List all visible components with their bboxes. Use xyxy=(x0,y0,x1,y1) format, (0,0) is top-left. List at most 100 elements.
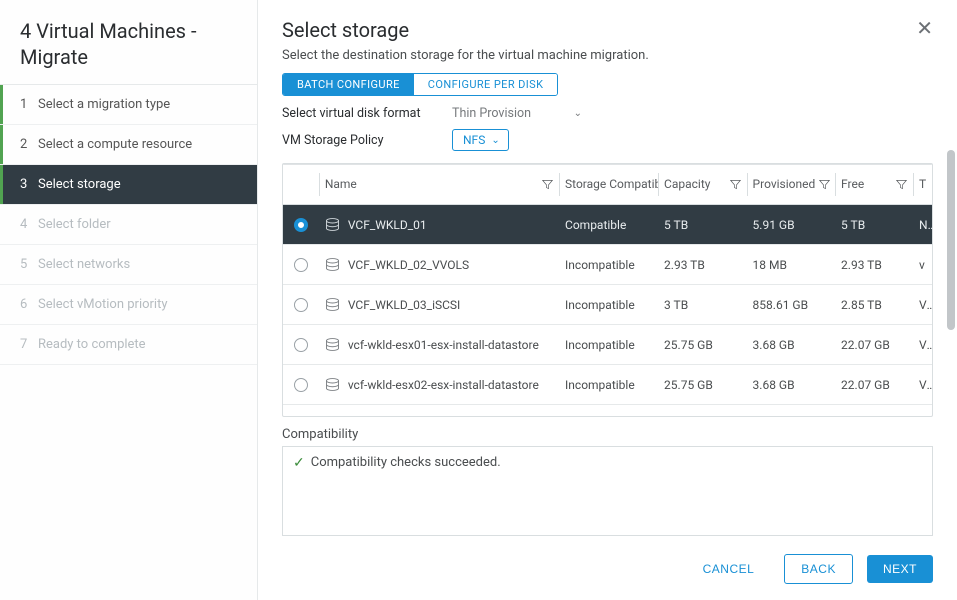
filter-icon[interactable] xyxy=(730,179,741,190)
disk-format-select[interactable]: Thin Provision ⌄ xyxy=(452,106,582,121)
row-free: 5 TB xyxy=(835,205,913,245)
datastore-icon xyxy=(325,258,340,271)
row-compat: Incompatible xyxy=(559,285,658,325)
step-4: 4Select folder xyxy=(0,205,257,245)
row-name: vcf-wkld-esx01-esx-install-datastore xyxy=(348,338,539,352)
step-3[interactable]: 3Select storage xyxy=(0,165,257,205)
row-capacity: 3 TB xyxy=(658,285,747,325)
table-row[interactable]: VCF_WKLD_02_VVOLS Incompatible 2.93 TB18 M… xyxy=(283,245,932,285)
storage-policy-select[interactable]: NFS ⌄ xyxy=(452,129,509,151)
row-name: vcf-wkld-esx02-esx-install-datastore xyxy=(348,378,539,392)
row-name: VCF_WKLD_02_VVOLS xyxy=(348,258,469,272)
page-subtitle: Select the destination storage for the v… xyxy=(282,48,649,63)
storage-policy-label: VM Storage Policy xyxy=(282,133,452,148)
disk-format-value: Thin Provision xyxy=(452,106,531,121)
filter-icon[interactable] xyxy=(542,179,553,190)
filter-icon[interactable] xyxy=(819,179,830,190)
chevron-down-icon: ⌄ xyxy=(491,135,499,146)
step-number: 6 xyxy=(20,297,38,312)
step-label: Select vMotion priority xyxy=(38,297,168,312)
back-button[interactable]: BACK xyxy=(784,554,853,584)
row-provisioned: 858.61 GB xyxy=(747,285,836,325)
row-compat: Incompatible xyxy=(559,245,658,285)
table-row[interactable]: vcf-wkld-esx01-esx-install-datastore Inco… xyxy=(283,325,932,365)
row-t: V xyxy=(913,365,932,405)
row-compat: Compatible xyxy=(559,205,658,245)
filter-icon[interactable] xyxy=(896,179,907,190)
datastore-icon xyxy=(325,218,340,231)
step-number: 4 xyxy=(20,217,38,232)
step-7: 7Ready to complete xyxy=(0,325,257,365)
tab-configure-per-disk[interactable]: CONFIGURE PER DISK xyxy=(414,74,558,95)
row-radio[interactable] xyxy=(294,338,308,352)
row-t: v xyxy=(913,245,932,285)
row-free: 22.07 GB xyxy=(835,405,913,418)
row-capacity: 25.75 GB xyxy=(658,405,747,418)
step-label: Select networks xyxy=(38,257,130,272)
row-capacity: 25.75 GB xyxy=(658,325,747,365)
step-label: Select a migration type xyxy=(38,97,170,112)
col-free[interactable]: Free xyxy=(835,165,913,205)
row-t: V xyxy=(913,325,932,365)
datastore-icon xyxy=(325,378,340,391)
row-provisioned: 3.68 GB xyxy=(747,325,836,365)
row-t: V xyxy=(913,405,932,418)
storage-policy-value: NFS xyxy=(463,133,485,147)
checkmark-icon: ✓ xyxy=(293,455,305,472)
step-1[interactable]: 1Select a migration type xyxy=(0,85,257,125)
compatibility-panel: ✓ Compatibility checks succeeded. xyxy=(282,446,933,536)
step-label: Select storage xyxy=(38,177,121,192)
row-free: 2.93 TB xyxy=(835,245,913,285)
row-radio[interactable] xyxy=(294,298,308,312)
step-6: 6Select vMotion priority xyxy=(0,285,257,325)
row-radio[interactable] xyxy=(294,258,308,272)
step-number: 3 xyxy=(20,177,38,192)
col-name[interactable]: Name xyxy=(319,165,559,205)
datastore-icon xyxy=(325,298,340,311)
table-row[interactable]: vcf-wkld-esx02-esx-install-datastore Inco… xyxy=(283,365,932,405)
storage-table: Name Storage Compatibility Capacity Prov… xyxy=(283,164,932,417)
table-row[interactable]: vcf-wkld-esx03-esx-install-datastoreInco… xyxy=(283,405,932,418)
col-compat[interactable]: Storage Compatibility xyxy=(559,165,658,205)
row-compat: Incompatible xyxy=(559,325,658,365)
table-row[interactable]: VCF_WKLD_03_iSCSI Incompatible3 TB858.61 … xyxy=(283,285,932,325)
row-provisioned: 3.68 GB xyxy=(747,365,836,405)
row-radio[interactable] xyxy=(294,378,308,392)
row-t: V xyxy=(913,285,932,325)
row-free: 22.07 GB xyxy=(835,365,913,405)
step-2[interactable]: 2Select a compute resource xyxy=(0,125,257,165)
step-label: Ready to complete xyxy=(38,337,146,352)
row-provisioned: 5.91 GB xyxy=(747,205,836,245)
next-button[interactable]: NEXT xyxy=(867,555,933,583)
row-radio[interactable] xyxy=(294,218,308,232)
compatibility-message: Compatibility checks succeeded. xyxy=(311,455,501,470)
cancel-button[interactable]: CANCEL xyxy=(687,555,771,583)
step-label: Select folder xyxy=(38,217,111,232)
row-name: VCF_WKLD_03_iSCSI xyxy=(348,298,461,312)
wizard-title: 4 Virtual Machines - Migrate xyxy=(20,18,237,70)
col-capacity[interactable]: Capacity xyxy=(658,165,747,205)
step-number: 2 xyxy=(20,137,38,152)
row-capacity: 5 TB xyxy=(658,205,747,245)
step-number: 5 xyxy=(20,257,38,272)
step-number: 1 xyxy=(20,97,38,112)
col-provisioned[interactable]: Provisioned xyxy=(747,165,836,205)
vertical-scrollbar[interactable] xyxy=(947,150,955,330)
row-compat: Incompatible xyxy=(559,365,658,405)
chevron-down-icon: ⌄ xyxy=(574,108,582,119)
row-t: N xyxy=(913,205,932,245)
page-title: Select storage xyxy=(282,18,649,42)
table-row[interactable]: VCF_WKLD_01Compatible5 TB5.91 GB5 TBN xyxy=(283,205,932,245)
row-provisioned: 3.68 GB xyxy=(747,405,836,418)
row-free: 2.85 TB xyxy=(835,285,913,325)
datastore-icon xyxy=(325,338,340,351)
row-compat: Incompatible xyxy=(559,405,658,418)
disk-format-label: Select virtual disk format xyxy=(282,106,452,121)
col-t[interactable]: T xyxy=(913,165,932,205)
step-number: 7 xyxy=(20,337,38,352)
row-provisioned: 18 MB xyxy=(747,245,836,285)
close-icon[interactable]: ✕ xyxy=(916,18,933,38)
step-label: Select a compute resource xyxy=(38,137,192,152)
tab-batch-configure[interactable]: BATCH CONFIGURE xyxy=(283,74,414,95)
row-name: VCF_WKLD_01 xyxy=(348,218,427,232)
